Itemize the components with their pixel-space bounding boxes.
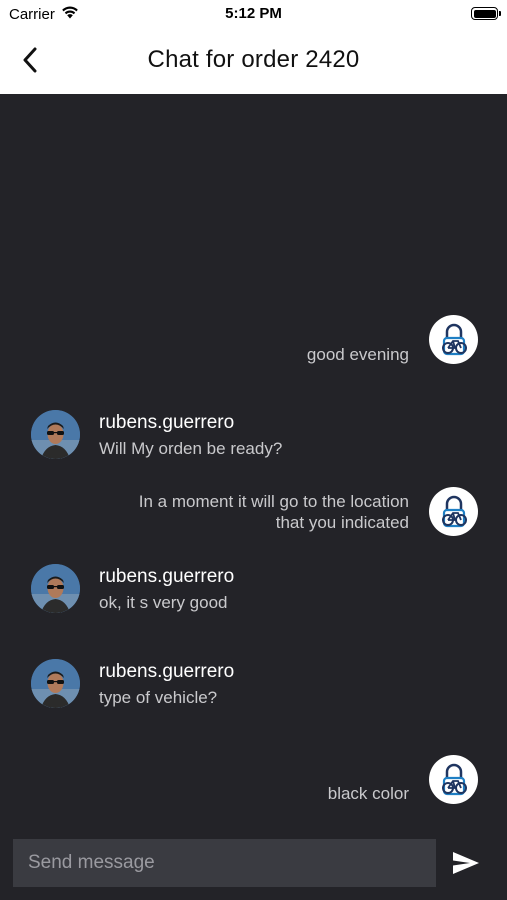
sender-name: rubens.guerrero [99, 412, 235, 433]
bike-lock-logo-icon [429, 487, 478, 536]
bike-lock-logo-icon [429, 315, 478, 364]
user-avatar[interactable] [31, 659, 80, 708]
sender-name: rubens.guerrero [99, 566, 235, 587]
message-text: black color [327, 784, 409, 803]
message-text-line: that you indicated [275, 513, 409, 532]
message-composer [0, 830, 507, 900]
send-button[interactable] [448, 847, 484, 879]
status-time: 5:12 PM [225, 5, 282, 22]
message-input[interactable] [13, 839, 436, 887]
message-text: good evening [306, 345, 409, 364]
message-text: ok, it s very good [99, 593, 228, 612]
chat-messages[interactable]: good evening rubens.guerrero Will My ord… [0, 94, 507, 830]
nav-bar: Chat for order 2420 [0, 28, 507, 94]
bike-lock-logo-icon [429, 755, 478, 804]
message-text: type of vehicle? [99, 688, 218, 707]
message-text: In a moment it will go to the location t… [139, 491, 409, 533]
message-text-line: In a moment it will go to the location [138, 492, 409, 511]
user-avatar[interactable] [31, 564, 80, 613]
battery-icon [471, 7, 501, 20]
message-text: Will My orden be ready? [99, 439, 283, 458]
sender-name: rubens.guerrero [99, 661, 235, 682]
status-bar: Carrier 5:12 PM [0, 0, 507, 28]
page-title: Chat for order 2420 [147, 46, 360, 73]
send-icon [453, 852, 479, 874]
user-avatar[interactable] [31, 410, 80, 459]
